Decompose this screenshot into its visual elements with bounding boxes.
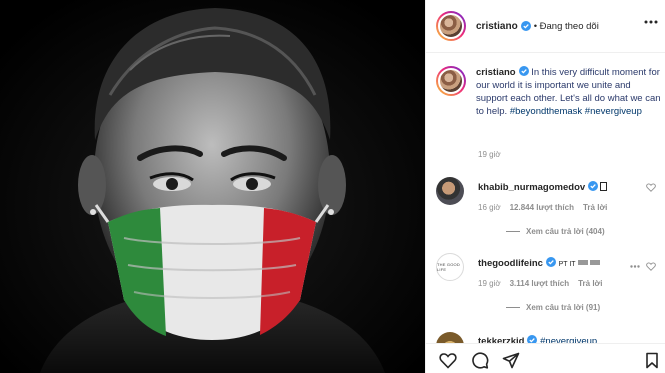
comment-meta: 16 giờ 12.844 lượt thích Trả lời — [478, 203, 664, 212]
comment-time: 19 giờ — [478, 279, 501, 288]
bookmark-icon[interactable] — [643, 352, 661, 369]
comment-body: PT IT — [558, 261, 576, 268]
more-options-icon[interactable] — [644, 20, 658, 24]
comment-meta: 19 giờ 3.114 lượt thích Trả lời — [478, 279, 664, 288]
replies-divider — [506, 231, 520, 232]
reply-button[interactable]: Trả lời — [583, 203, 607, 212]
view-replies-label[interactable]: Xem câu trả lời (404) — [526, 227, 605, 236]
commenter-username[interactable]: khabib_nurmagomedov — [478, 182, 585, 193]
commenter-avatar[interactable] — [436, 177, 464, 205]
share-icon[interactable] — [502, 352, 520, 369]
verified-badge-icon — [520, 21, 531, 31]
emoji-icon — [600, 182, 608, 191]
comment-likes[interactable]: 3.114 lượt thích — [510, 279, 570, 288]
flag-emoji-icon — [578, 260, 601, 265]
follow-status[interactable]: • Đang theo dõi — [534, 21, 599, 32]
comment-text: khabib_nurmagomedov — [478, 181, 608, 194]
post-photo[interactable] — [0, 0, 425, 373]
commenter-avatar[interactable]: THE GOOD LIFE — [436, 253, 464, 281]
caption-body: cristiano In this very difficult moment … — [476, 66, 661, 118]
comment-time: 16 giờ — [478, 203, 501, 212]
commenter-username[interactable]: thegoodlifeinc — [478, 258, 543, 269]
comment-icon[interactable] — [471, 352, 489, 369]
portrait-with-italian-flag-mask — [0, 0, 425, 373]
verified-badge-icon — [588, 181, 599, 191]
author-avatar[interactable] — [436, 11, 466, 41]
comment-text: thegoodlifeinc PT IT — [478, 257, 601, 271]
more-options-icon[interactable] — [630, 265, 640, 268]
view-replies[interactable]: Xem câu trả lời (91) — [506, 303, 664, 312]
caption-hashtags[interactable]: #beyondthemask #nevergiveup — [510, 106, 642, 117]
verified-badge-icon — [518, 66, 529, 76]
post-header: cristiano • Đang theo dõi — [426, 0, 665, 53]
comment-item: khabib_nurmagomedov 16 giờ 12.844 lượt t… — [436, 177, 664, 236]
view-replies-label[interactable]: Xem câu trả lời (91) — [526, 303, 600, 312]
commenter-logo-text: THE GOOD LIFE — [437, 262, 460, 272]
heart-icon[interactable] — [439, 352, 457, 369]
post-action-bar — [426, 343, 665, 373]
post-caption: cristiano In this very difficult moment … — [436, 66, 661, 118]
comment-item: THE GOOD LIFE thegoodlifeinc PT IT 19 gi… — [436, 253, 664, 312]
post-time: 19 giờ — [478, 150, 501, 159]
reply-button[interactable]: Trả lời — [578, 279, 602, 288]
view-replies[interactable]: Xem câu trả lời (404) — [506, 227, 664, 236]
heart-icon[interactable] — [646, 183, 656, 192]
verified-badge-icon — [545, 257, 556, 267]
replies-divider — [506, 307, 520, 308]
author-username[interactable]: cristiano — [476, 21, 518, 32]
comment-likes[interactable]: 12.844 lượt thích — [510, 203, 574, 212]
post-sidebar: cristiano • Đang theo dõi cristiano In t… — [425, 0, 665, 373]
heart-icon[interactable] — [646, 262, 656, 271]
caption-author-avatar[interactable] — [436, 66, 466, 96]
instagram-post-view: cristiano • Đang theo dõi cristiano In t… — [0, 0, 665, 373]
caption-author-username[interactable]: cristiano — [476, 67, 516, 78]
